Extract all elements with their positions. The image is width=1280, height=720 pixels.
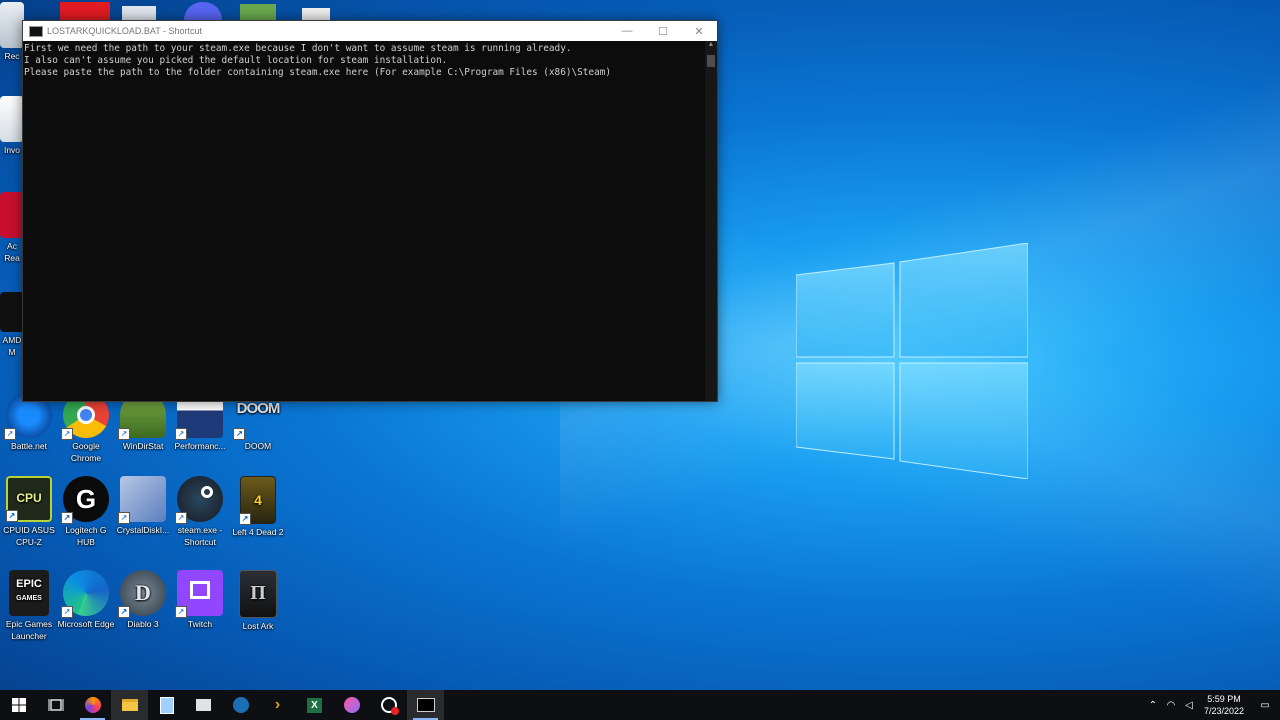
start-icon [11,698,26,712]
cmd-icon [416,698,435,712]
acrobat-partial[interactable]: Ac Rea [0,192,24,264]
desktop-icon-chrome[interactable]: ↗ Google Chrome [57,392,115,464]
cmd-window[interactable]: LOSTARKQUICKLOAD.BAT - Shortcut — ☐ ✕ Fi… [22,20,718,402]
taskbar-steam[interactable] [222,690,259,720]
left4dead-icon: 4 ↗ [239,476,276,525]
steam-icon: ↗ [175,476,223,524]
notepad-icon [159,696,174,714]
cmd-app-icon [29,25,43,37]
scrollbar-thumb[interactable] [707,55,715,67]
task-view-button[interactable] [37,690,74,720]
twitch-icon: ↗ [175,570,223,618]
taskbar-notepad[interactable] [148,690,185,720]
edge-icon: ↗ [61,570,109,618]
taskbar: › X ⌃ ◠ ◁ 5:59 PM 7/23/2022 ▭ [0,690,1280,720]
invoice-partial[interactable]: Invo [0,96,24,156]
clock[interactable]: 5:59 PM 7/23/2022 [1204,693,1244,717]
taskbar-cmd[interactable] [407,690,444,720]
excel-icon: X [307,697,322,713]
taskbar-files[interactable] [185,690,222,720]
task-view-icon [48,699,63,711]
volume-icon[interactable]: ◁ [1180,700,1198,711]
plex-icon: › [274,696,281,713]
desktop-icon-crystaldisk[interactable]: ↗ CrystalDiskI... [114,476,172,536]
taskbar-file-explorer[interactable] [111,690,148,720]
diablo-icon: D ↗ [118,570,166,618]
partial-label: AMD M [2,335,22,357]
cmd-titlebar[interactable]: LOSTARKQUICKLOAD.BAT - Shortcut — ☐ ✕ [23,21,717,41]
desktop-icon-diablo[interactable]: D ↗ Diablo 3 [114,570,172,630]
minimize-icon[interactable]: — [609,25,645,37]
firefox-icon [84,697,101,713]
cpuz-icon: CPU ↗ [6,476,52,522]
amd-partial[interactable]: AMD M [0,292,24,358]
desktop-icon-steam[interactable]: ↗ steam.exe - Shortcut [171,476,229,548]
logitech-icon: G ↗ [61,476,109,524]
system-tray: ⌃ ◠ ◁ 5:59 PM 7/23/2022 ▭ [1144,690,1280,720]
desktop-icon-cpuz[interactable]: CPU ↗ CPUID ASUS CPU-Z [0,476,58,548]
partial-label: Ac Rea [4,241,20,263]
desktop-icon-logitech[interactable]: G ↗ Logitech G HUB [57,476,115,548]
epic-icon: EPIC GAMES [9,570,49,616]
partial-label: Invo [3,145,21,155]
wifi-icon[interactable]: ◠ [1162,700,1180,711]
file-explorer-icon [121,699,138,711]
obs-icon [380,697,399,715]
chevron-up-icon[interactable]: ⌃ [1144,700,1162,711]
cmd-window-title: LOSTARKQUICKLOAD.BAT - Shortcut [47,26,203,36]
partial-label: Rec [4,51,20,61]
windows-logo-wallpaper [796,243,1028,479]
clock-time: 5:59 PM [1207,694,1241,704]
clock-date: 7/23/2022 [1203,706,1244,716]
desktop-icon-edge[interactable]: ↗ Microsoft Edge [57,570,115,630]
taskbar-excel[interactable]: X [296,690,333,720]
lostark-icon: Π [239,570,277,618]
console-line: Please paste the path to the folder cont… [24,67,611,78]
top-partial-icons [60,0,350,20]
recycle-bin-partial[interactable]: Rec [0,2,24,62]
desktop-icon-twitch[interactable]: ↗ Twitch [171,570,229,630]
crystaldisk-icon: ↗ [118,476,166,524]
taskbar-firefox[interactable] [74,690,111,720]
taskbar-obs[interactable] [370,690,407,720]
console-scrollbar[interactable]: ▲ [705,41,717,401]
scroll-up-icon[interactable]: ▲ [705,41,717,53]
taskbar-itunes[interactable] [333,690,370,720]
files-icon [196,699,211,711]
itunes-icon [343,697,360,713]
notification-icon[interactable]: ▭ [1256,700,1274,711]
console-output[interactable]: First we need the path to your steam.exe… [23,41,705,401]
steam-icon [232,697,249,713]
console-line: First we need the path to your steam.exe… [24,43,572,54]
maximize-icon[interactable]: ☐ [645,25,681,38]
taskbar-plex[interactable]: › [259,690,296,720]
close-icon[interactable]: ✕ [681,25,717,38]
console-line: I also can't assume you picked the defau… [24,55,448,66]
desktop-icon-left4dead[interactable]: 4 ↗ Left 4 Dead 2 [229,476,287,538]
desktop-icon-epic[interactable]: EPIC GAMES Epic Games Launcher [0,570,58,642]
start-button[interactable] [0,690,37,720]
desktop-icon-lostark[interactable]: Π Lost Ark [229,570,287,632]
